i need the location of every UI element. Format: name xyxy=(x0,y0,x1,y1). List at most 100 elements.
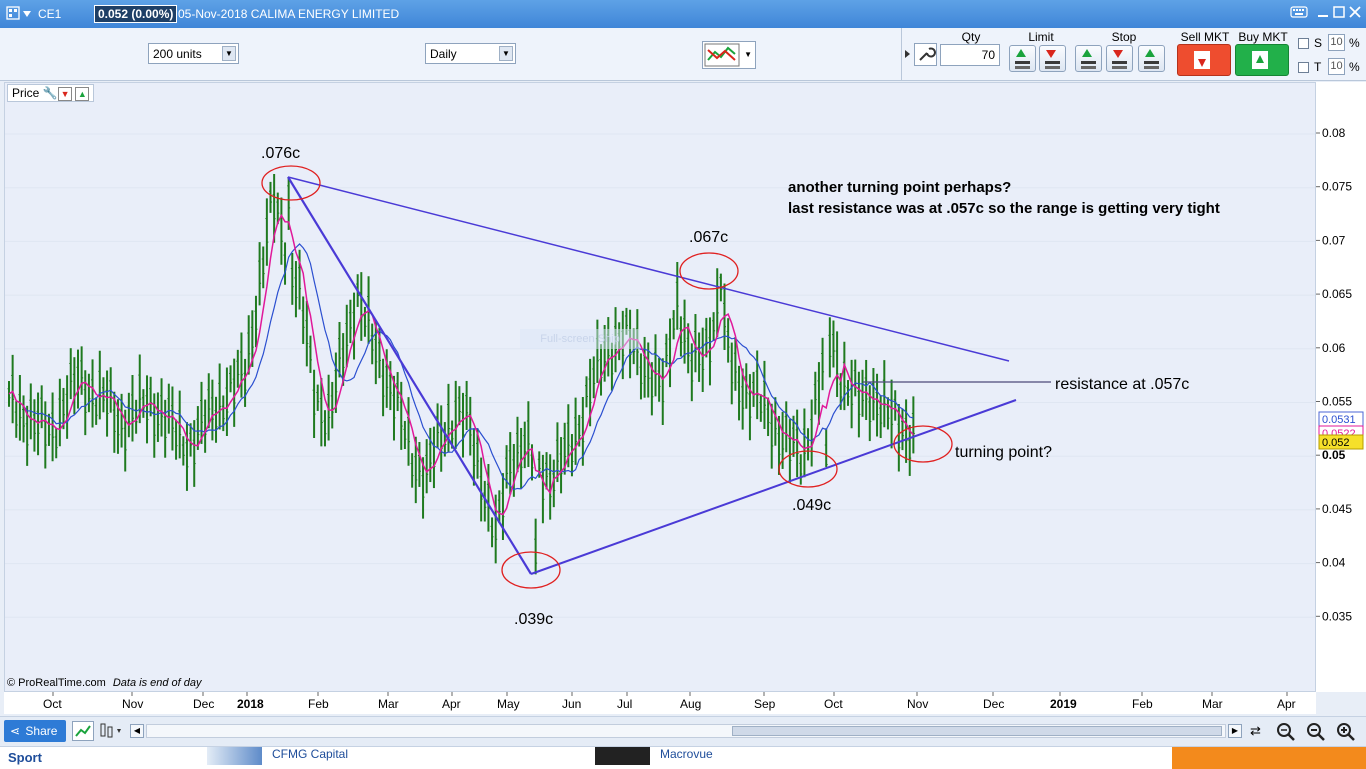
trough-label: .049c xyxy=(792,497,831,514)
time-tick-label: Sep xyxy=(754,697,776,711)
stop-label: Stop xyxy=(1111,30,1137,44)
price-tick-label: 0.04 xyxy=(1322,556,1346,570)
buy-mkt-label: Buy MKT xyxy=(1238,30,1288,44)
copyright-label: © ProRealTime.com Data is end of day xyxy=(7,677,202,689)
s-checkbox[interactable] xyxy=(1298,38,1309,49)
keyboard-icon[interactable] xyxy=(1290,5,1308,21)
limit-sell-button[interactable] xyxy=(1039,45,1066,72)
qty-value: 70 xyxy=(981,48,995,62)
time-tick-label: Feb xyxy=(1132,697,1153,711)
s-value-input[interactable]: 10 xyxy=(1328,34,1345,51)
share-button[interactable]: ⋖ Share xyxy=(4,720,66,742)
period-select[interactable]: Daily ▼ xyxy=(425,43,516,64)
share-icon: ⋖ xyxy=(10,724,21,738)
t-percent: % xyxy=(1349,60,1360,74)
chart-type-button[interactable]: ▼ xyxy=(702,41,756,69)
indicator-icon xyxy=(75,725,91,737)
chevron-down-icon: ▼ xyxy=(222,46,236,61)
copyright-text: © ProRealTime.com xyxy=(7,677,106,689)
snip-watermark: Full-screen Snip xyxy=(520,329,640,349)
time-tick-label: May xyxy=(497,697,520,711)
candles-icon xyxy=(100,723,121,738)
trailing-stop-button[interactable] xyxy=(1138,45,1165,72)
note-line-2: last resistance was at .057c so the rang… xyxy=(788,200,1220,217)
title-bar: CE1 0.052 (0.00%) 05-Nov-2018 CALIMA ENE… xyxy=(0,0,1366,28)
t-checkbox[interactable] xyxy=(1298,62,1309,73)
stop-sell-button[interactable] xyxy=(1106,45,1133,72)
indicator-button[interactable] xyxy=(72,721,94,741)
close-icon[interactable] xyxy=(1346,5,1364,21)
order-panel: Qty 70 Limit Stop Sell MKT Buy MKT S 10 … xyxy=(901,28,1366,80)
price-tick-label: 0.065 xyxy=(1322,287,1352,301)
ad-thumbnail-2 xyxy=(595,747,650,765)
sell-mkt-button[interactable] xyxy=(1177,44,1231,76)
buy-mkt-button[interactable] xyxy=(1235,44,1289,76)
resistance-label: resistance at .057c xyxy=(1055,376,1189,393)
moving-average-fast xyxy=(8,213,914,516)
turning-point-label: turning point? xyxy=(955,444,1052,461)
support-trendline xyxy=(530,399,1017,575)
app-icon xyxy=(6,6,20,20)
time-axis[interactable]: Oct Nov Dec 2018 Feb Mar Apr May Jun Jul Aug Sep Oct… xyxy=(4,692,1316,714)
instrument-title: 05-Nov-2018 CALIMA ENERGY LIMITED xyxy=(178,7,400,21)
qty-label: Qty xyxy=(961,30,981,44)
object-button[interactable] xyxy=(98,721,124,741)
expand-icon[interactable] xyxy=(905,50,910,58)
buy-icon xyxy=(1252,51,1268,69)
time-tick-label: Nov xyxy=(122,697,143,711)
ma-blue-badge: 0.0531 xyxy=(1322,414,1356,426)
news-item-2[interactable]: Macrovue xyxy=(660,747,713,761)
symbol-label[interactable]: CE1 xyxy=(38,7,61,21)
price-tick-label: 0.07 xyxy=(1322,233,1346,247)
period-select-value: Daily xyxy=(430,47,457,61)
toolbar: 200 units ▼ Daily ▼ ▼ Qty 70 Limit Stop … xyxy=(0,28,1366,81)
price-tick-label: 0.075 xyxy=(1322,180,1352,194)
s-label: S xyxy=(1314,36,1323,50)
price-tick-label: 0.045 xyxy=(1322,502,1352,516)
fit-icon[interactable]: ⇄ xyxy=(1250,723,1266,739)
horizontal-scrollbar[interactable] xyxy=(146,724,1226,738)
time-tick-label: Dec xyxy=(193,697,214,711)
price-axis[interactable]: 0.08 0.075 0.07 0.065 0.06 0.055 0.05 0.045 0.04… xyxy=(1316,82,1366,692)
chevron-down-icon[interactable] xyxy=(22,8,36,22)
time-tick-label: Mar xyxy=(378,697,399,711)
wrench-icon xyxy=(919,47,936,61)
stop-buy-button[interactable] xyxy=(1075,45,1102,72)
time-tick-label: 2019 xyxy=(1050,697,1077,711)
zoom-in-icon[interactable] xyxy=(1335,721,1357,746)
chevron-down-icon: ▼ xyxy=(499,46,513,61)
zoom-out-icon[interactable] xyxy=(1305,721,1327,746)
time-tick-label: 2018 xyxy=(237,697,264,711)
scroll-right-button[interactable]: ▶ xyxy=(1228,724,1242,738)
wrench-button[interactable] xyxy=(914,43,937,66)
ad-banner xyxy=(1172,747,1366,769)
time-tick-label: Apr xyxy=(442,697,461,711)
low-label: .039c xyxy=(514,611,553,628)
price-status: 0.052 (0.00%) xyxy=(94,5,178,23)
data-note: Data is end of day xyxy=(112,677,202,689)
scroll-left-button[interactable]: ◀ xyxy=(130,724,144,738)
time-tick-label: Mar xyxy=(1202,697,1223,711)
time-tick-label: Jul xyxy=(617,697,632,711)
sell-mkt-label: Sell MKT xyxy=(1180,30,1230,44)
time-tick-label: Jun xyxy=(562,697,581,711)
time-tick-label: Feb xyxy=(308,697,329,711)
qty-input[interactable]: 70 xyxy=(940,44,1000,66)
price-tick-label: 0.08 xyxy=(1322,126,1346,140)
limit-buy-button[interactable] xyxy=(1009,45,1036,72)
zoom-fit-icon[interactable] xyxy=(1275,721,1297,746)
scroll-thumb[interactable] xyxy=(732,726,1222,736)
chevron-down-icon: ▼ xyxy=(744,50,752,59)
news-item-1[interactable]: CFMG Capital xyxy=(272,747,348,761)
t-value: 10 xyxy=(1330,60,1343,72)
units-select[interactable]: 200 units ▼ xyxy=(148,43,239,64)
note-line-1: another turning point perhaps? xyxy=(788,179,1011,196)
time-tick-label: Dec xyxy=(983,697,1004,711)
price-chart-panel[interactable]: Price 🔧 ▼ ▲ .076c .067c .039c .049c another … xyxy=(4,82,1316,692)
t-value-input[interactable]: 10 xyxy=(1328,58,1345,75)
sport-label[interactable]: Sport xyxy=(8,750,42,765)
price-tick-label: 0.035 xyxy=(1322,609,1352,623)
time-tick-label: Apr xyxy=(1277,697,1296,711)
time-tick-label: Oct xyxy=(824,697,843,711)
t-label: T xyxy=(1314,60,1322,74)
